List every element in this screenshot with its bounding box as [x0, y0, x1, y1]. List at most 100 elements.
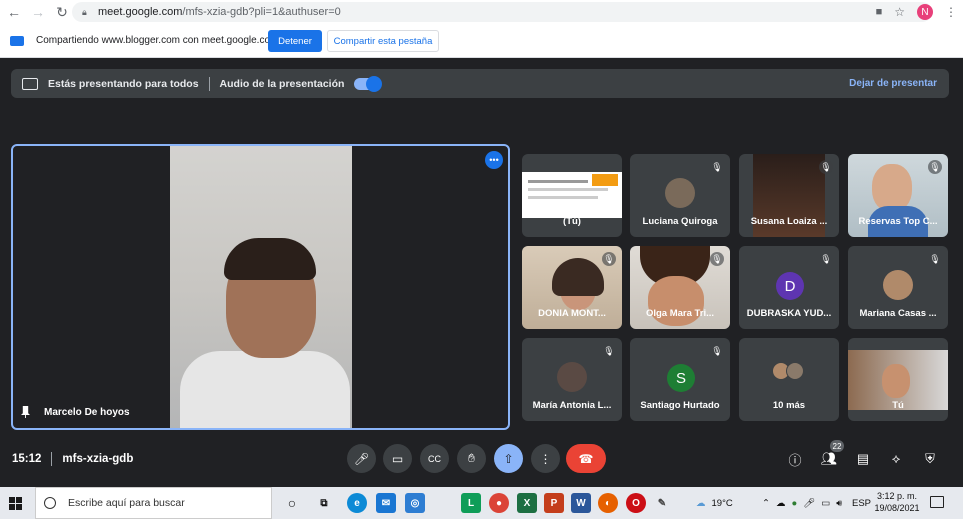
- mic-off-icon: 🎙︎: [928, 160, 942, 174]
- clock-time: 3:12 p. m.: [876, 491, 918, 501]
- participant-name: DUBRASKA YUD...: [746, 308, 832, 319]
- participant-name: Luciana Quiroga: [642, 216, 718, 227]
- profile-avatar[interactable]: N: [917, 4, 933, 20]
- activities-icon[interactable]: ⟡: [885, 448, 907, 470]
- url-path: /mfs-xzia-gdb?pli=1&authuser=0: [182, 6, 341, 18]
- start-button[interactable]: [0, 487, 30, 519]
- participant-tile[interactable]: 🎙︎ Reservas Top C...: [848, 154, 948, 237]
- camera-icon: ▭: [391, 451, 404, 466]
- avatar: S: [667, 364, 695, 392]
- presenting-banner: Estás presentando para todos Audio de la…: [11, 69, 949, 98]
- participant-tile[interactable]: 🎙︎ Mariana Casas ...: [848, 246, 948, 329]
- excel-icon[interactable]: X: [517, 493, 537, 513]
- hand-icon: ✋︎: [468, 451, 475, 465]
- present-button[interactable]: ⇧: [494, 444, 523, 473]
- participant-name: Susana Loaiza ...: [750, 216, 828, 227]
- edge-icon[interactable]: e: [347, 493, 367, 513]
- stop-sharing-button[interactable]: Detener: [268, 30, 322, 52]
- paint-icon[interactable]: ✎: [652, 493, 672, 513]
- windows-taskbar: Escribe aquí para buscar ○ ⧉ e ✉ ◎ L ● X…: [0, 487, 963, 519]
- screen-share-icon: [10, 35, 24, 46]
- weather-widget[interactable]: ☁ 19°C: [696, 487, 733, 519]
- presentation-audio-toggle[interactable]: [354, 75, 383, 92]
- leave-call-button[interactable]: ☎︎: [566, 444, 606, 473]
- captions-icon: CC: [428, 453, 441, 464]
- mail-icon[interactable]: ✉: [376, 493, 396, 513]
- temperature: 19°C: [711, 497, 733, 509]
- meeting-details-icon[interactable]: ⓘ: [784, 448, 806, 470]
- participant-tile[interactable]: 🎙︎ Susana Loaiza ...: [739, 154, 839, 237]
- back-arrow-icon[interactable]: ←: [4, 2, 24, 22]
- bookmark-star-icon[interactable]: ☆: [894, 5, 905, 19]
- address-bar[interactable]: 🔒︎ meet.google.com/mfs-xzia-gdb?pli=1&au…: [72, 2, 932, 22]
- speaker-name: Marcelo De hoyos: [44, 406, 130, 418]
- pin-icon[interactable]: [21, 406, 30, 418]
- windows-logo-icon: [8, 496, 22, 510]
- chat-icon[interactable]: ▤: [852, 448, 874, 470]
- more-options-button[interactable]: ⋮: [531, 444, 560, 473]
- camera-button[interactable]: ▭: [383, 444, 412, 473]
- participant-tile[interactable]: 🎙︎ María Antonia L...: [522, 338, 622, 421]
- present-icon: ⇧: [503, 451, 514, 466]
- forward-arrow-icon[interactable]: →: [28, 2, 48, 22]
- taskbar-clock[interactable]: 3:12 p. m. 19/08/2021: [872, 490, 922, 514]
- powerpoint-icon[interactable]: P: [544, 493, 564, 513]
- share-this-tab-button[interactable]: Compartir esta pestaña: [327, 30, 439, 52]
- taskbar-search[interactable]: Escribe aquí para buscar: [35, 487, 272, 519]
- mic-off-icon: 🎙︎: [710, 252, 724, 266]
- opera-icon[interactable]: O: [626, 493, 646, 513]
- participant-name: (Tú): [563, 216, 581, 227]
- participant-tile[interactable]: D 🎙︎ DUBRASKA YUD...: [739, 246, 839, 329]
- participant-tile[interactable]: 🎙︎ Olga Mara Tri...: [630, 246, 730, 329]
- sharing-message: Compartiendo www.blogger.com con meet.go…: [36, 35, 279, 46]
- chevron-up-icon[interactable]: ⌃: [762, 498, 770, 509]
- chrome-menu-icon[interactable]: ⋮: [945, 5, 957, 19]
- mic-off-icon: 🎙︎: [711, 161, 723, 172]
- mic-off-icon: 🎙︎: [820, 253, 832, 264]
- cortana-icon[interactable]: ○: [282, 493, 302, 513]
- participant-name: Reservas Top C...: [858, 216, 938, 227]
- system-tray: ⌃ ☁ ● 🎤︎ ▭ 🔊︎: [762, 487, 842, 519]
- presentation-audio-label: Audio de la presentación: [219, 77, 345, 90]
- word-icon[interactable]: W: [571, 493, 591, 513]
- participant-tile[interactable]: 🎙︎ Luciana Quiroga: [630, 154, 730, 237]
- store-app-icon[interactable]: ◎: [405, 493, 425, 513]
- raise-hand-button[interactable]: ✋︎: [457, 444, 486, 473]
- participant-tile[interactable]: 10 más: [739, 338, 839, 421]
- end-call-icon: ☎︎: [578, 451, 594, 466]
- microphone-icon: 🎤︎: [353, 451, 370, 466]
- reload-icon[interactable]: ↻: [52, 2, 72, 22]
- host-controls-icon[interactable]: ⛨: [919, 448, 941, 470]
- shield-icon[interactable]: ●: [791, 498, 797, 509]
- chrome-icon[interactable]: ●: [489, 493, 509, 513]
- speaker-shirt: [180, 351, 350, 428]
- captions-button[interactable]: CC: [420, 444, 449, 473]
- language-indicator[interactable]: ESP: [852, 487, 871, 519]
- speaking-indicator-icon: •••: [485, 151, 503, 169]
- volume-icon[interactable]: 🔊︎: [836, 498, 842, 509]
- screen-sharing-infobar: Compartiendo www.blogger.com con meet.go…: [0, 24, 963, 58]
- search-placeholder: Escribe aquí para buscar: [68, 497, 185, 509]
- task-view-icon[interactable]: ⧉: [314, 493, 334, 513]
- participant-tile[interactable]: Tú: [848, 338, 948, 421]
- mic-tray-icon[interactable]: 🎤︎: [803, 498, 815, 509]
- battery-icon[interactable]: ▭: [821, 498, 830, 509]
- people-count-badge: 22: [830, 440, 844, 452]
- notification-icon[interactable]: [930, 496, 944, 508]
- main-speaker-tile[interactable]: ••• Marcelo De hoyos: [11, 144, 510, 430]
- url-host: meet.google.com: [98, 6, 183, 18]
- avatar: D: [776, 272, 804, 300]
- microphone-button[interactable]: 🎤︎: [347, 444, 376, 473]
- speaker-hair: [224, 238, 316, 280]
- l-app-icon[interactable]: L: [461, 493, 481, 513]
- weather-icon: ☁: [696, 497, 706, 509]
- cloud-icon[interactable]: ☁: [776, 498, 786, 509]
- participant-tile[interactable]: 🎙︎ DONIA MONT...: [522, 246, 622, 329]
- stop-presenting-button[interactable]: Dejar de presentar: [849, 78, 937, 89]
- participant-tile[interactable]: (Tú): [522, 154, 622, 237]
- more-vertical-icon: ⋮: [539, 451, 552, 466]
- camera-indicator-icon[interactable]: ■: [876, 6, 883, 18]
- firefox-icon[interactable]: ◐: [598, 493, 618, 513]
- present-screen-icon: [22, 77, 38, 90]
- participant-tile[interactable]: S 🎙︎ Santiago Hurtado: [630, 338, 730, 421]
